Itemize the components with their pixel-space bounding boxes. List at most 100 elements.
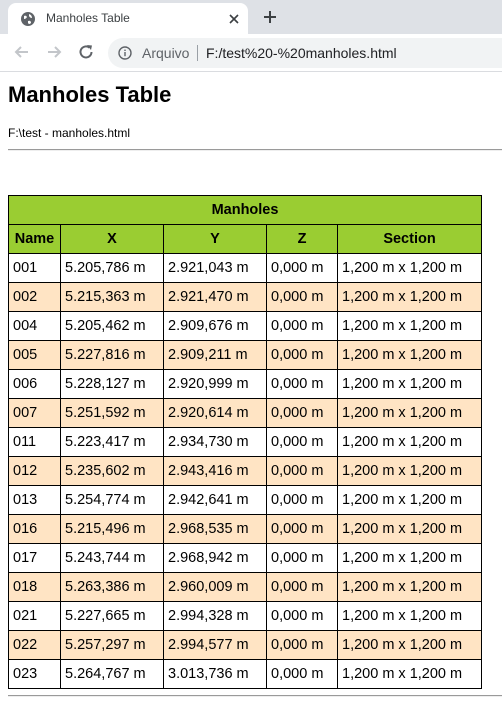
- cell-name: 011: [8, 427, 61, 457]
- cell-name: 005: [8, 340, 61, 370]
- cell-y: 2.968,942 m: [163, 543, 267, 573]
- cell-y: 2.943,416 m: [163, 456, 267, 486]
- cell-y: 2.909,676 m: [163, 311, 267, 341]
- cell-section: 1,200 m x 1,200 m: [337, 398, 482, 428]
- cell-z: 0,000 m: [266, 427, 338, 457]
- table-row: 005 5.227,816 m 2.909,211 m 0,000 m 1,200 m …: [8, 340, 482, 370]
- cell-name: 018: [8, 572, 61, 602]
- cell-section: 1,200 m x 1,200 m: [337, 514, 482, 544]
- tab-strip: Manholes Table: [0, 0, 502, 34]
- cell-section: 1,200 m x 1,200 m: [337, 485, 482, 515]
- divider-top: [8, 149, 502, 151]
- cell-y: 2.994,577 m: [163, 630, 267, 660]
- cell-x: 5.205,462 m: [60, 311, 164, 341]
- cell-z: 0,000 m: [266, 369, 338, 399]
- cell-x: 5.263,386 m: [60, 572, 164, 602]
- table-row: 018 5.263,386 m 2.960,009 m 0,000 m 1,200 m …: [8, 572, 482, 602]
- table-row: 021 5.227,665 m 2.994,328 m 0,000 m 1,200 m …: [8, 601, 482, 631]
- cell-z: 0,000 m: [266, 340, 338, 370]
- cell-name: 023: [8, 659, 61, 689]
- cell-section: 1,200 m x 1,200 m: [337, 543, 482, 573]
- address-bar[interactable]: Arquivo F:/test%20-%20manholes.html: [108, 38, 502, 68]
- cell-name: 021: [8, 601, 61, 631]
- cell-x: 5.227,816 m: [60, 340, 164, 370]
- table-row: 016 5.215,496 m 2.968,535 m 0,000 m 1,200 m …: [8, 514, 482, 544]
- cell-z: 0,000 m: [266, 572, 338, 602]
- column-header-x: X: [60, 224, 164, 254]
- cell-y: 3.013,736 m: [163, 659, 267, 689]
- cell-name: 001: [8, 253, 61, 283]
- address-separator: [197, 45, 198, 61]
- cell-x: 5.205,786 m: [60, 253, 164, 283]
- cell-z: 0,000 m: [266, 282, 338, 312]
- cell-x: 5.251,592 m: [60, 398, 164, 428]
- table-row: 012 5.235,602 m 2.943,416 m 0,000 m 1,200 m …: [8, 456, 482, 486]
- cell-x: 5.215,363 m: [60, 282, 164, 312]
- cell-name: 004: [8, 311, 61, 341]
- cell-y: 2.934,730 m: [163, 427, 267, 457]
- table-row: 006 5.228,127 m 2.920,999 m 0,000 m 1,200 m …: [8, 369, 482, 399]
- cell-x: 5.235,602 m: [60, 456, 164, 486]
- file-path: F:\test - manholes.html: [8, 126, 131, 140]
- table-header-row: Name X Y Z Section: [8, 224, 482, 254]
- tab-title: Manholes Table: [46, 11, 130, 25]
- cell-name: 002: [8, 282, 61, 312]
- cell-z: 0,000 m: [266, 253, 338, 283]
- cell-z: 0,000 m: [266, 630, 338, 660]
- cell-name: 016: [8, 514, 61, 544]
- cell-section: 1,200 m x 1,200 m: [337, 311, 482, 341]
- arrow-right-icon[interactable]: [44, 42, 64, 62]
- cell-x: 5.228,127 m: [60, 369, 164, 399]
- cell-y: 2.920,614 m: [163, 398, 267, 428]
- table-body: 001 5.205,786 m 2.921,043 m 0,000 m 1,200 m …: [8, 253, 482, 689]
- cell-section: 1,200 m x 1,200 m: [337, 369, 482, 399]
- cell-z: 0,000 m: [266, 543, 338, 573]
- column-header-z: Z: [266, 224, 338, 254]
- reload-icon[interactable]: [76, 42, 96, 62]
- table-row: 004 5.205,462 m 2.909,676 m 0,000 m 1,200 m …: [8, 311, 482, 341]
- plus-icon[interactable]: [261, 8, 279, 26]
- cell-section: 1,200 m x 1,200 m: [337, 282, 482, 312]
- column-header-name: Name: [8, 224, 61, 254]
- cell-y: 2.994,328 m: [163, 601, 267, 631]
- cell-y: 2.968,535 m: [163, 514, 267, 544]
- cell-z: 0,000 m: [266, 398, 338, 428]
- cell-section: 1,200 m x 1,200 m: [337, 572, 482, 602]
- divider-bottom: [8, 695, 502, 697]
- cell-section: 1,200 m x 1,200 m: [337, 253, 482, 283]
- cell-section: 1,200 m x 1,200 m: [337, 340, 482, 370]
- cell-z: 0,000 m: [266, 485, 338, 515]
- table-caption: Manholes: [8, 195, 482, 225]
- table-row: 022 5.257,297 m 2.994,577 m 0,000 m 1,200 m …: [8, 630, 482, 660]
- arrow-left-icon[interactable]: [12, 42, 32, 62]
- cell-name: 006: [8, 369, 61, 399]
- column-header-section: Section: [337, 224, 482, 254]
- cell-z: 0,000 m: [266, 514, 338, 544]
- cell-z: 0,000 m: [266, 311, 338, 341]
- cell-x: 5.215,496 m: [60, 514, 164, 544]
- table-row: 013 5.254,774 m 2.942,641 m 0,000 m 1,200 m …: [8, 485, 482, 515]
- protocol-label: Arquivo: [142, 45, 190, 61]
- cell-y: 2.921,470 m: [163, 282, 267, 312]
- cell-x: 5.257,297 m: [60, 630, 164, 660]
- table-row: 002 5.215,363 m 2.921,470 m 0,000 m 1,200 m …: [8, 282, 482, 312]
- cell-x: 5.254,774 m: [60, 485, 164, 515]
- table-row: 011 5.223,417 m 2.934,730 m 0,000 m 1,200 m …: [8, 427, 482, 457]
- cell-section: 1,200 m x 1,200 m: [337, 630, 482, 660]
- table-row: 023 5.264,767 m 3.013,736 m 0,000 m 1,200 m …: [8, 659, 482, 689]
- cell-section: 1,200 m x 1,200 m: [337, 427, 482, 457]
- cell-name: 013: [8, 485, 61, 515]
- page-title: Manholes Table: [8, 82, 172, 107]
- info-icon[interactable]: [118, 46, 132, 60]
- table-row: 017 5.243,744 m 2.968,942 m 0,000 m 1,200 m …: [8, 543, 482, 573]
- cell-section: 1,200 m x 1,200 m: [337, 456, 482, 486]
- cell-y: 2.909,211 m: [163, 340, 267, 370]
- tab-manholes[interactable]: Manholes Table: [8, 3, 248, 34]
- cell-section: 1,200 m x 1,200 m: [337, 659, 482, 689]
- column-header-y: Y: [163, 224, 267, 254]
- close-icon[interactable]: [226, 11, 242, 27]
- cell-y: 2.920,999 m: [163, 369, 267, 399]
- table-row: 007 5.251,592 m 2.920,614 m 0,000 m 1,200 m …: [8, 398, 482, 428]
- url-text[interactable]: F:/test%20-%20manholes.html: [206, 45, 397, 61]
- cell-z: 0,000 m: [266, 456, 338, 486]
